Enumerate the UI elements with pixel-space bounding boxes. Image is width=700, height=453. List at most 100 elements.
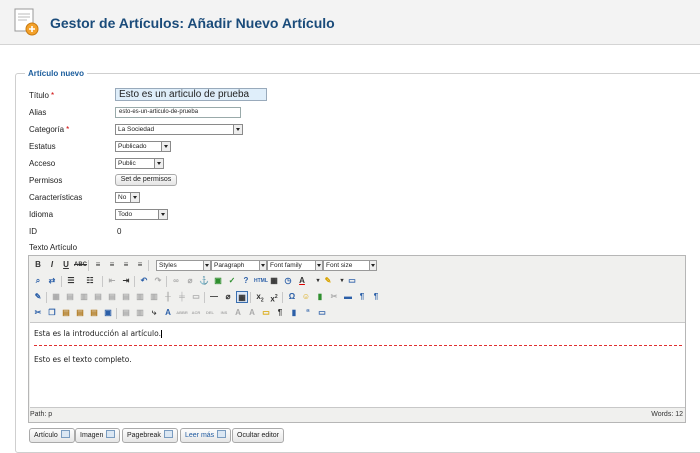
anchor-icon[interactable]: ⚓	[198, 275, 210, 287]
articulo-button[interactable]: Artículo	[29, 428, 75, 443]
set-permisos-button[interactable]: Set de permisos	[115, 174, 177, 186]
html-source-icon[interactable]: HTML	[254, 275, 268, 287]
page-break-icon[interactable]: ▭	[316, 307, 328, 319]
spellcheck-icon[interactable]: ✂	[328, 291, 340, 303]
cleanup-icon[interactable]: ✓	[226, 275, 238, 287]
link-icon[interactable]: ∞	[170, 275, 182, 287]
paste-icon[interactable]: ▤	[60, 307, 72, 319]
toolbar-separator	[282, 292, 283, 303]
editor-content-area[interactable]: Esta es la introducción al artículo. Est…	[30, 322, 685, 408]
paste-word-icon[interactable]: ▤	[88, 307, 100, 319]
absolute-icon[interactable]: A	[162, 307, 174, 319]
table-cell-props-icon[interactable]: ▥	[78, 291, 90, 303]
insert-col-before-icon[interactable]: ▥	[134, 291, 146, 303]
split-cells-icon[interactable]: ╪	[176, 291, 188, 303]
imagen-button[interactable]: Imagen	[75, 428, 121, 443]
bold-icon[interactable]: B	[32, 259, 44, 271]
bullet-list-icon[interactable]: ☰	[65, 275, 77, 287]
align-right-icon[interactable]: ≡	[120, 259, 132, 271]
attribs-icon[interactable]: A	[232, 307, 244, 319]
edit-css-icon[interactable]: ✎	[32, 291, 44, 303]
text-color-icon[interactable]: A	[296, 275, 308, 287]
cut-icon[interactable]: ✂	[32, 307, 44, 319]
undo-icon[interactable]: ↶	[138, 275, 150, 287]
insert-layer-icon[interactable]: ▤	[120, 307, 132, 319]
cite-icon[interactable]: ABBR	[176, 307, 188, 319]
ltr-icon[interactable]: ▬	[342, 291, 354, 303]
insert-time-icon[interactable]: ◷	[282, 275, 294, 287]
font-size-select[interactable]: Font size	[323, 260, 377, 271]
merge-cells-icon[interactable]: ▭	[190, 291, 202, 303]
categoria-select[interactable]: La Sociedad	[115, 124, 243, 135]
help-icon[interactable]: ?	[240, 275, 252, 287]
fullscreen-icon[interactable]: ▭	[346, 275, 358, 287]
align-left-icon[interactable]: ≡	[92, 259, 104, 271]
italic-icon[interactable]: I	[46, 259, 58, 271]
ocultar-editor-button[interactable]: Ocultar editor	[232, 428, 285, 443]
strikethrough-icon[interactable]: ABC	[74, 259, 87, 271]
delete-row-icon[interactable]: ▤	[120, 291, 132, 303]
redo-icon[interactable]: ↷	[152, 275, 164, 287]
copy-icon[interactable]: ❐	[46, 307, 58, 319]
unlink-icon[interactable]: ⌀	[184, 275, 196, 287]
paragraph-select-label: Paragraph	[214, 262, 245, 269]
idioma-select[interactable]: Todo	[115, 209, 168, 220]
table-icon[interactable]: ▦	[50, 291, 62, 303]
abbr-icon[interactable]: ACR	[190, 307, 202, 319]
acronym-icon[interactable]: DEL	[204, 307, 216, 319]
ins-icon[interactable]: INS	[218, 307, 230, 319]
leer-mas-button[interactable]: Leer más	[180, 428, 232, 443]
delete-col-icon[interactable]: ╫	[162, 291, 174, 303]
pagebreak-button-label: Pagebreak	[127, 432, 161, 439]
styles-select[interactable]: Styles	[156, 260, 211, 271]
insert-date-icon[interactable]: ▦	[268, 275, 280, 287]
align-justify-icon[interactable]: ≡	[134, 259, 146, 271]
alias-input[interactable]: esto-es-un-articulo-de-prueba	[115, 107, 241, 118]
image-icon[interactable]: ▣	[212, 275, 224, 287]
insert-col-after-icon[interactable]: ▥	[148, 291, 160, 303]
move-backward-icon[interactable]: ⤷	[148, 307, 160, 319]
blockquote-rtl-icon[interactable]: ¶	[370, 291, 382, 303]
blockquote-icon[interactable]: “	[302, 307, 314, 319]
texto-articulo-label: Texto Artículo	[29, 243, 78, 252]
media-icon[interactable]: ▮	[314, 291, 326, 303]
insert-row-before-icon[interactable]: ▤	[92, 291, 104, 303]
acceso-select[interactable]: Public	[115, 158, 164, 169]
nonbreaking-icon[interactable]: ▮	[288, 307, 300, 319]
visual-aid-icon[interactable]: ▦	[236, 291, 248, 303]
align-center-icon[interactable]: ≡	[106, 259, 118, 271]
highlight-color-icon[interactable]: ✎	[322, 275, 334, 287]
special-char-icon[interactable]: Ω	[286, 291, 298, 303]
paragraph-select[interactable]: Paragraph	[211, 260, 267, 271]
emotions-icon[interactable]: ☺	[300, 291, 312, 303]
numbered-list-icon[interactable]: ☷	[84, 275, 96, 287]
caracteristicas-value: No	[118, 194, 127, 201]
style-props-icon[interactable]: A	[246, 307, 258, 319]
rtl-icon[interactable]: ¶	[356, 291, 368, 303]
caracteristicas-select[interactable]: No	[115, 192, 140, 203]
outdent-icon[interactable]: ⇤	[106, 275, 118, 287]
permisos-label: Permisos	[29, 176, 63, 185]
articulo-button-label: Artículo	[34, 432, 58, 439]
superscript-icon[interactable]: x2	[268, 291, 280, 304]
paste-text-icon[interactable]: ▤	[74, 307, 86, 319]
visual-chars-icon[interactable]: ¶	[274, 307, 286, 319]
indent-icon[interactable]: ⇥	[120, 275, 132, 287]
replace-icon[interactable]: ⇄	[46, 275, 58, 287]
select-all-icon[interactable]: ▣	[102, 307, 114, 319]
required-marker: *	[51, 91, 55, 100]
remove-format-icon[interactable]: ⌀	[222, 291, 234, 303]
template-icon[interactable]: ▭	[260, 307, 272, 319]
font-family-select[interactable]: Font family	[267, 260, 323, 271]
estatus-select[interactable]: Publicado	[115, 141, 171, 152]
move-forward-icon[interactable]: ▥	[134, 307, 146, 319]
subscript-icon[interactable]: x2	[254, 291, 266, 304]
horizontal-rule-icon[interactable]: —	[208, 291, 220, 303]
table-row-props-icon[interactable]: ▤	[64, 291, 76, 303]
underline-icon[interactable]: U	[60, 259, 72, 271]
insert-row-after-icon[interactable]: ▤	[106, 291, 118, 303]
element-path[interactable]: Path: p	[30, 411, 52, 418]
find-icon[interactable]: ⌕	[32, 275, 44, 287]
pagebreak-button[interactable]: Pagebreak	[122, 428, 178, 443]
titulo-input[interactable]: Esto es un articulo de prueba	[115, 88, 267, 101]
